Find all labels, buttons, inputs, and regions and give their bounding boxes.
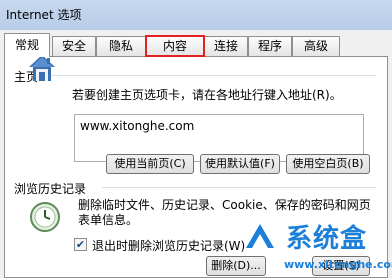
- tab-general[interactable]: 常规: [4, 33, 50, 57]
- history-divider: [102, 187, 376, 188]
- watermark-url: www.xitonghe.com: [284, 258, 392, 271]
- watermark-logo-icon: [246, 224, 274, 248]
- title-bar[interactable]: Internet 选项: [0, 0, 392, 30]
- tab-privacy[interactable]: 隐私: [96, 36, 146, 56]
- use-blank-button[interactable]: 使用空白页(B): [286, 154, 370, 174]
- history-group-label: 浏览历史记录: [14, 182, 87, 196]
- window-title: Internet 选项: [6, 8, 82, 22]
- home-page-description: 若要创建主页选项卡，请在各地址行键入地址(R)。: [72, 88, 342, 102]
- watermark-brand: 系统盒: [286, 224, 368, 254]
- tab-content[interactable]: 内容: [145, 35, 205, 57]
- tab-security[interactable]: 安全: [52, 36, 96, 56]
- tab-connections[interactable]: 连接: [204, 36, 248, 56]
- tab-advanced[interactable]: 高级: [292, 36, 340, 56]
- home-page-divider: [40, 75, 376, 76]
- use-default-button[interactable]: 使用默认值(F): [200, 154, 280, 174]
- use-current-button[interactable]: 使用当前页(C): [106, 154, 194, 174]
- delete-on-exit-checkbox[interactable]: ✔: [74, 238, 87, 251]
- delete-history-button[interactable]: 删除(D)...: [206, 256, 266, 276]
- tab-programs[interactable]: 程序: [248, 36, 292, 56]
- delete-on-exit-label[interactable]: 退出时删除浏览历史记录(W): [92, 237, 245, 254]
- history-clock-icon: [30, 202, 60, 232]
